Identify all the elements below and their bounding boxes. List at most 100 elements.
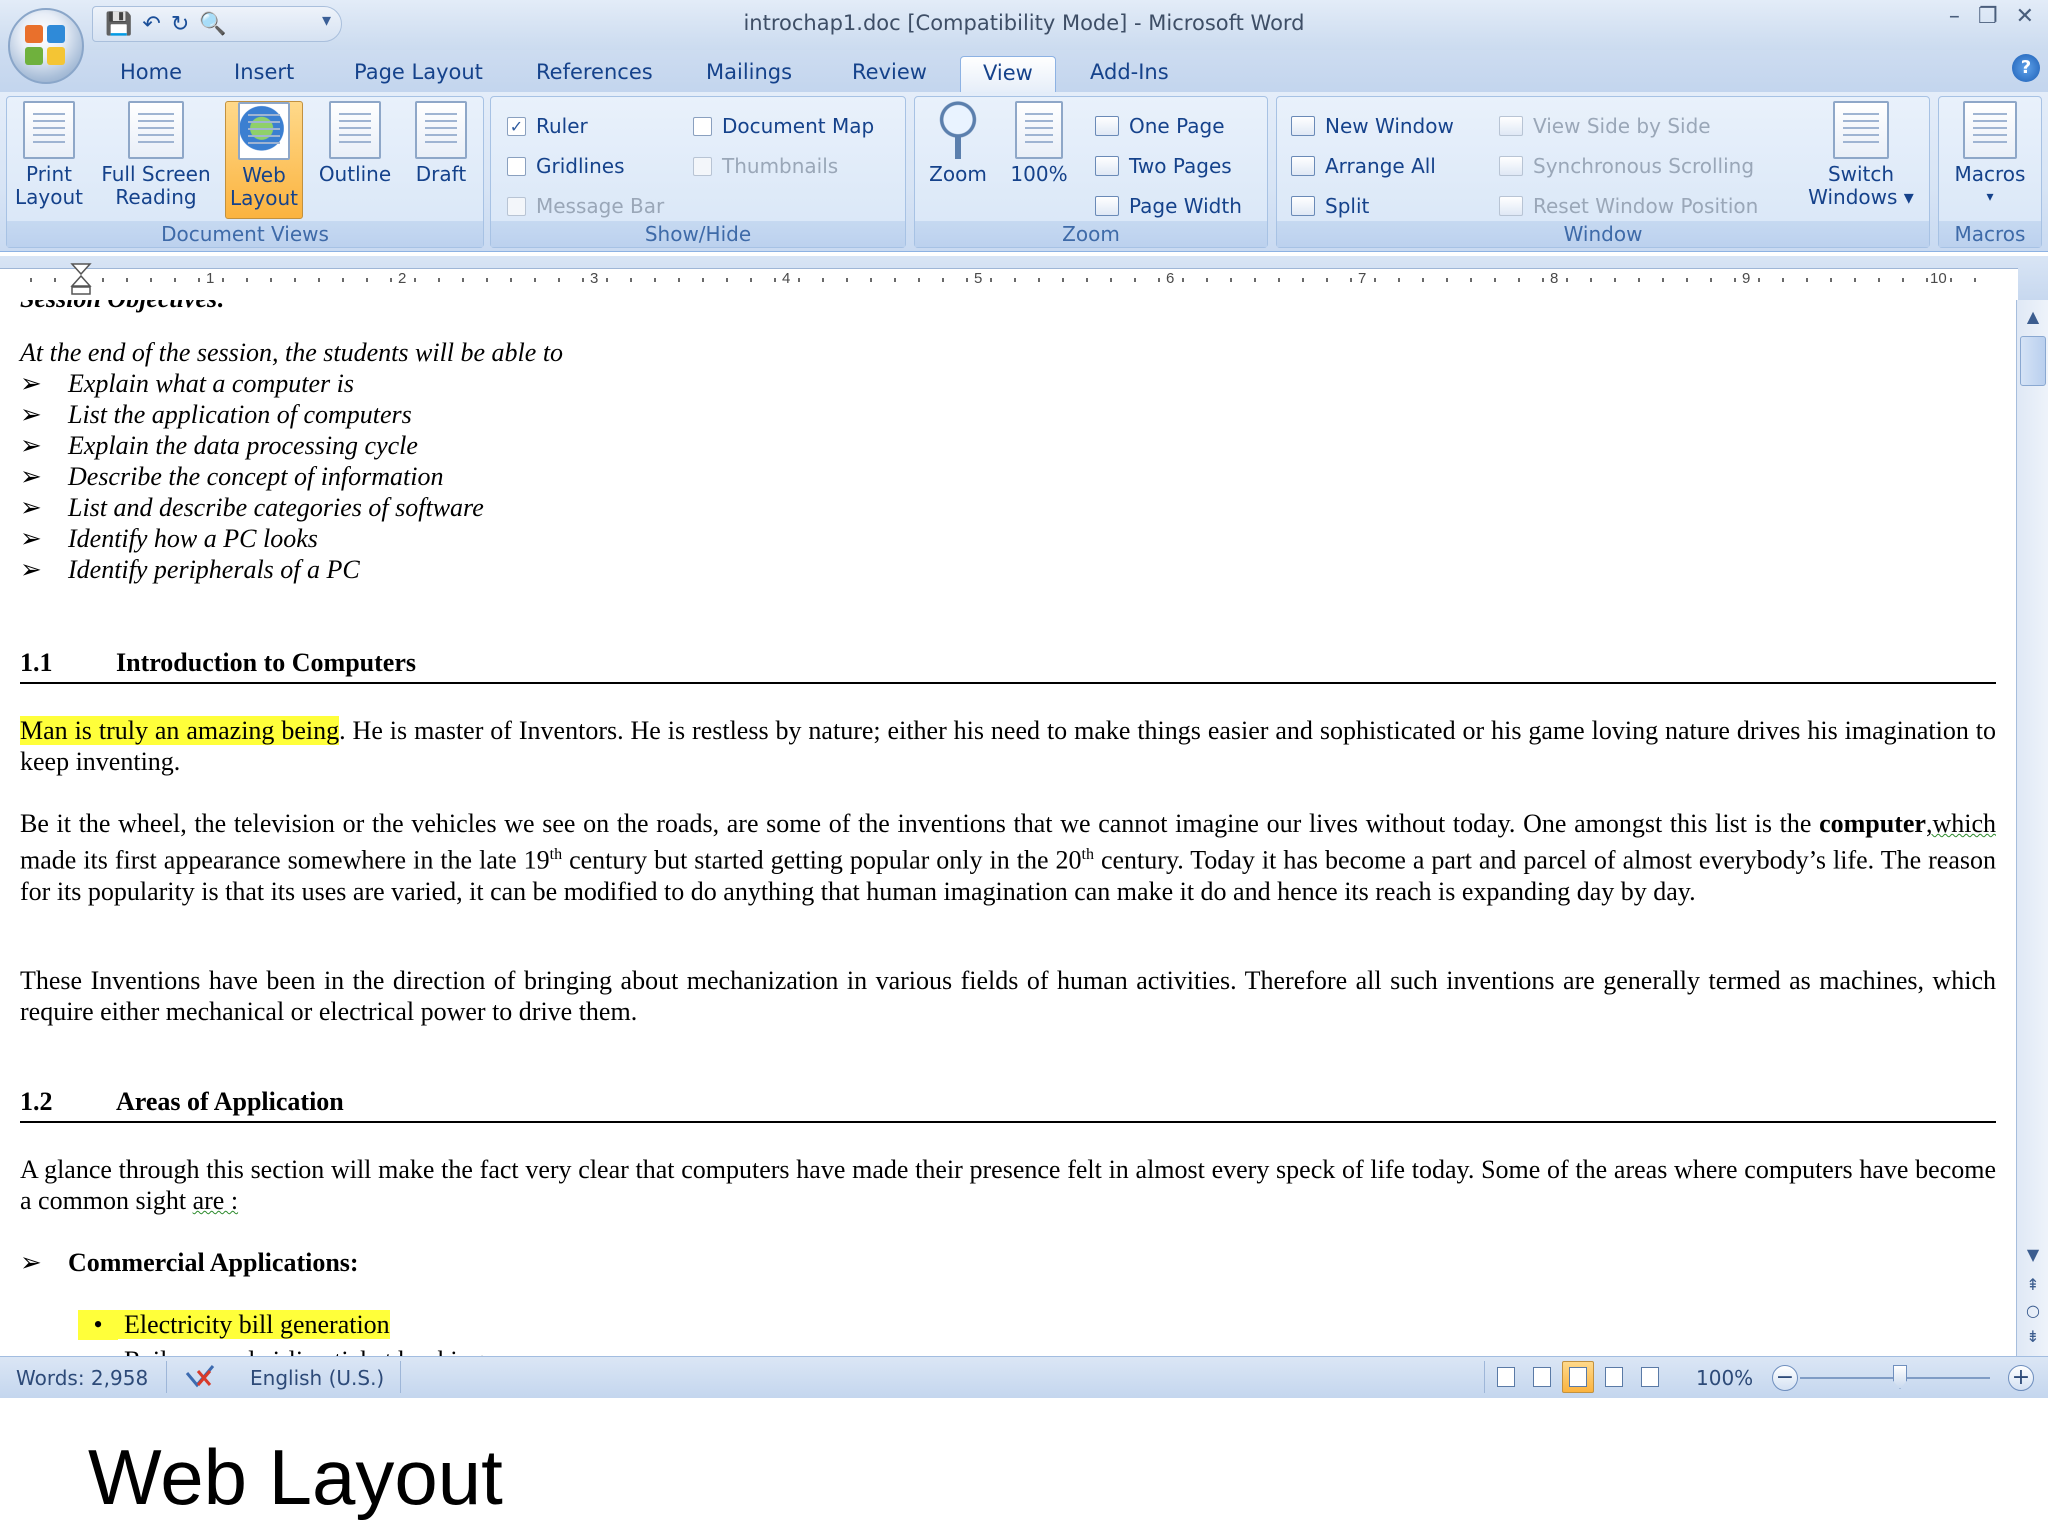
office-button[interactable] [8, 8, 84, 84]
page-width-button[interactable]: Page Width [1095, 191, 1242, 221]
tab-page-layout[interactable]: Page Layout [354, 56, 483, 92]
web-layout-button[interactable]: Web Layout [225, 101, 303, 219]
print-layout-view-button[interactable] [1490, 1361, 1522, 1393]
group-label-window: Window [1277, 221, 1929, 247]
zoom-button[interactable]: Zoom [923, 101, 993, 186]
section-heading-1-2: 1.2 Areas of Application [20, 1087, 1996, 1123]
web-layout-view-button[interactable] [1562, 1361, 1594, 1393]
arrow-bullet-icon: ➢ [20, 400, 42, 429]
list-item: ➢ Explain the data processing cycle [20, 431, 418, 460]
switch-windows-button[interactable]: Switch Windows ▾ [1799, 101, 1923, 209]
outline-view-icon [1605, 1367, 1623, 1387]
tab-review[interactable]: Review [852, 56, 927, 92]
arrow-bullet-icon: ➢ [20, 1248, 42, 1277]
gridlines-checkbox[interactable]: Gridlines [507, 151, 625, 181]
sub-heading-commercial: ➢ Commercial Applications: [20, 1248, 359, 1277]
status-bar: Words: 2,958 English (U.S.) 100% − + [0, 1356, 2048, 1398]
split-button[interactable]: Split [1291, 191, 1369, 221]
message-bar-checkbox[interactable]: Message Bar [507, 191, 664, 221]
tab-view[interactable]: View [960, 56, 1056, 92]
arrow-bullet-icon: ➢ [20, 369, 42, 398]
zoom-level[interactable]: 100% [1696, 1366, 1753, 1390]
minimize-button[interactable]: – [1949, 4, 1960, 29]
zoom-out-button[interactable]: − [1772, 1365, 1798, 1391]
list-item: ➢ Identify peripherals of a PC [20, 555, 360, 584]
status-divider [400, 1361, 401, 1393]
next-page-button[interactable]: ⇟ [2019, 1326, 2047, 1348]
section-heading-1-1: 1.1 Introduction to Computers [20, 648, 1996, 684]
dot-bullet-icon: • [78, 1310, 118, 1340]
ruler-number: 1 [206, 270, 215, 287]
status-divider [1484, 1361, 1485, 1393]
arrow-bullet-icon: ➢ [20, 493, 42, 522]
list-item: ➢ Identify how a PC looks [20, 524, 318, 553]
language-indicator[interactable]: English (U.S.) [250, 1366, 384, 1390]
restore-button[interactable]: ❐ [1978, 4, 1998, 29]
close-button[interactable]: ✕ [2016, 4, 2034, 29]
outline-view-button[interactable] [1598, 1361, 1630, 1393]
ribbon-tabs: Home Insert Page Layout References Maili… [0, 50, 2048, 92]
one-page-icon [1095, 116, 1119, 136]
ruler-number: 5 [974, 270, 983, 287]
zoom-slider-thumb[interactable] [1893, 1365, 1907, 1389]
status-divider [166, 1361, 167, 1393]
zoom-in-button[interactable]: + [2008, 1365, 2034, 1391]
magnifier-icon [938, 101, 978, 159]
synchronous-scrolling-button[interactable]: Synchronous Scrolling [1499, 151, 1754, 181]
grammar-squiggle: ,which [1925, 809, 1996, 838]
proofing-error-icon[interactable] [184, 1363, 216, 1391]
list-item: ➢ Explain what a computer is [20, 369, 354, 398]
tab-references[interactable]: References [536, 56, 653, 92]
tab-add-ins[interactable]: Add-Ins [1090, 56, 1169, 92]
draft-button[interactable]: Draft [405, 101, 477, 186]
scroll-thumb[interactable] [2020, 336, 2046, 386]
view-side-by-side-button[interactable]: View Side by Side [1499, 111, 1711, 141]
outline-button[interactable]: Outline [311, 101, 399, 186]
previous-page-button[interactable]: ⇞ [2019, 1274, 2047, 1296]
arrow-bullet-icon: ➢ [20, 431, 42, 460]
view-side-by-side-icon [1499, 116, 1523, 136]
scroll-up-button[interactable]: ▲ [2019, 306, 2047, 328]
two-pages-button[interactable]: Two Pages [1095, 151, 1232, 181]
ruler-checkbox[interactable]: ✓ Ruler [507, 111, 588, 141]
select-browse-object-button[interactable]: ○ [2019, 1300, 2047, 1322]
paragraph-1: Man is truly an amazing being. He is mas… [20, 716, 1996, 776]
zoom-100-button[interactable]: 100% [1005, 101, 1073, 186]
ruler-number: 6 [1166, 270, 1175, 287]
full-screen-reading-view-icon [1533, 1367, 1551, 1387]
list-item: • Electricity bill generation [78, 1310, 390, 1340]
document-map-checkbox[interactable]: Document Map [693, 111, 874, 141]
indent-marker-icon[interactable] [70, 262, 92, 296]
arrow-bullet-icon: ➢ [20, 462, 42, 491]
arrange-all-button[interactable]: Arrange All [1291, 151, 1436, 181]
session-objectives-heading: Session Objectives: [20, 300, 226, 314]
grammar-squiggle: are : [192, 1186, 239, 1215]
tab-insert[interactable]: Insert [234, 56, 294, 92]
group-label-document-views: Document Views [7, 221, 483, 247]
group-document-views: Print Layout Full Screen Reading Web Lay… [6, 96, 484, 248]
print-layout-button[interactable]: Print Layout [15, 101, 83, 209]
window-controls: – ❐ ✕ [1949, 4, 2034, 29]
full-screen-reading-view-button[interactable] [1526, 1361, 1558, 1393]
group-label-show-hide: Show/Hide [491, 221, 905, 247]
tab-home[interactable]: Home [120, 56, 182, 92]
horizontal-ruler[interactable]: 1 2 3 4 5 6 7 8 9 10 [0, 256, 2048, 302]
document-area[interactable]: Session Objectives: At the end of the se… [0, 300, 2016, 1356]
full-screen-reading-button[interactable]: Full Screen Reading [101, 101, 211, 209]
help-icon[interactable]: ? [2012, 54, 2040, 82]
reset-window-position-button[interactable]: Reset Window Position [1499, 191, 1758, 221]
word-count[interactable]: Words: 2,958 [16, 1366, 148, 1390]
one-page-button[interactable]: One Page [1095, 111, 1225, 141]
title-bar: 💾 ↶ ↻ 🔍 ▾ introchap1.doc [Compatibility … [0, 0, 2048, 50]
draft-view-button[interactable] [1634, 1361, 1666, 1393]
arrow-bullet-icon: ➢ [20, 524, 42, 553]
scroll-down-button[interactable]: ▼ [2019, 1244, 2047, 1266]
new-window-button[interactable]: New Window [1291, 111, 1454, 141]
ruler-number: 3 [590, 270, 599, 287]
thumbnails-checkbox[interactable]: Thumbnails [693, 151, 838, 181]
outline-icon [329, 101, 381, 159]
vertical-scrollbar[interactable]: ▲ ▼ ⇞ ○ ⇟ [2016, 300, 2048, 1356]
tab-mailings[interactable]: Mailings [706, 56, 792, 92]
reset-window-position-icon [1499, 196, 1523, 216]
macros-button[interactable]: Macros ▾ [1947, 101, 2033, 209]
